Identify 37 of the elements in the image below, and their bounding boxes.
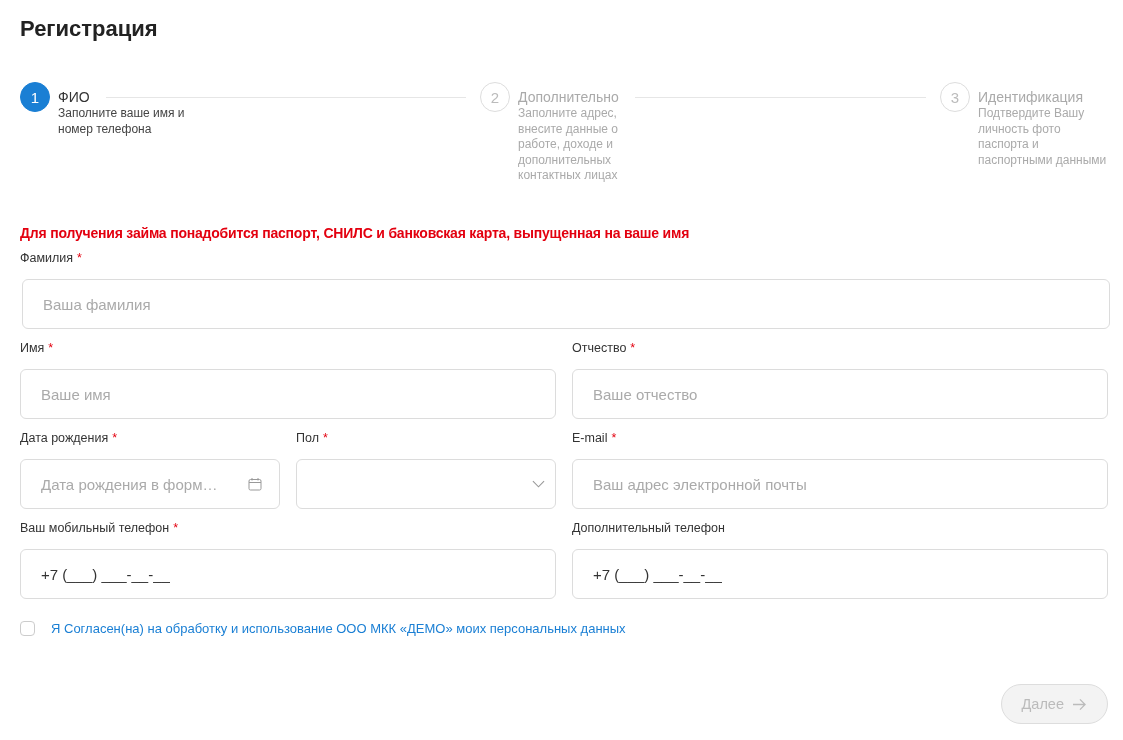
- required-asterisk: *: [173, 521, 178, 537]
- date-field[interactable]: Дата рождения в форм…: [20, 459, 280, 509]
- step-number: 1: [20, 82, 50, 112]
- input-field[interactable]: Ваш адрес электронной почты: [572, 459, 1108, 509]
- input-field[interactable]: +7 (___) ___-__-__: [20, 549, 556, 599]
- step-title: Идентификация: [978, 89, 1083, 105]
- input-field[interactable]: +7 (___) ___-__-__: [572, 549, 1108, 599]
- required-asterisk: *: [322, 431, 328, 447]
- page-title: Регистрация: [20, 16, 159, 42]
- field-label: Пол: [296, 431, 319, 447]
- step-title: Дополнительно: [518, 89, 619, 105]
- step-description: Заполните ваше имя и номер телефона: [58, 106, 186, 137]
- field-label: E-mail: [572, 431, 608, 447]
- field-label: Дополнительный телефон: [572, 521, 725, 537]
- chevron-down-icon: [532, 480, 545, 488]
- required-asterisk: *: [630, 341, 636, 357]
- field-label: Ваш мобильный телефон: [20, 521, 170, 537]
- required-asterisk: *: [112, 431, 118, 447]
- step-description: Заполните адрес, внесите данные о работе, доходе и дополнительных контактных лицах: [518, 106, 619, 184]
- consent-link[interactable]: Я Согласен(на) на обработку и использование ООО МКК «ДЕМО» моих персональных данных: [51, 621, 626, 636]
- field-label: Фамилия: [20, 251, 74, 267]
- calendar-icon: [248, 477, 262, 491]
- required-asterisk: *: [48, 341, 54, 357]
- step-description: Подтвердите Вашу личность фото паспорта и паспортными данными: [978, 106, 1108, 168]
- required-asterisk: *: [77, 251, 82, 267]
- arrow-right-icon: [1072, 697, 1087, 711]
- field-label: Отчество: [572, 341, 627, 357]
- warning-text: Для получения займа понадобится паспорт, СНИЛС и банковская карта, выпущенная на ваше имя: [20, 225, 691, 241]
- field-label: Имя: [20, 341, 45, 357]
- step-title: ФИО: [58, 89, 90, 105]
- field-label: Дата рождения: [20, 431, 109, 447]
- select-field[interactable]: [296, 459, 556, 509]
- input-field[interactable]: Ваше имя: [20, 369, 556, 419]
- input-field[interactable]: Ваше отчество: [572, 369, 1108, 419]
- input-field[interactable]: Ваша фамилия: [22, 279, 1110, 329]
- required-asterisk: *: [611, 431, 617, 447]
- checkbox[interactable]: [20, 621, 35, 636]
